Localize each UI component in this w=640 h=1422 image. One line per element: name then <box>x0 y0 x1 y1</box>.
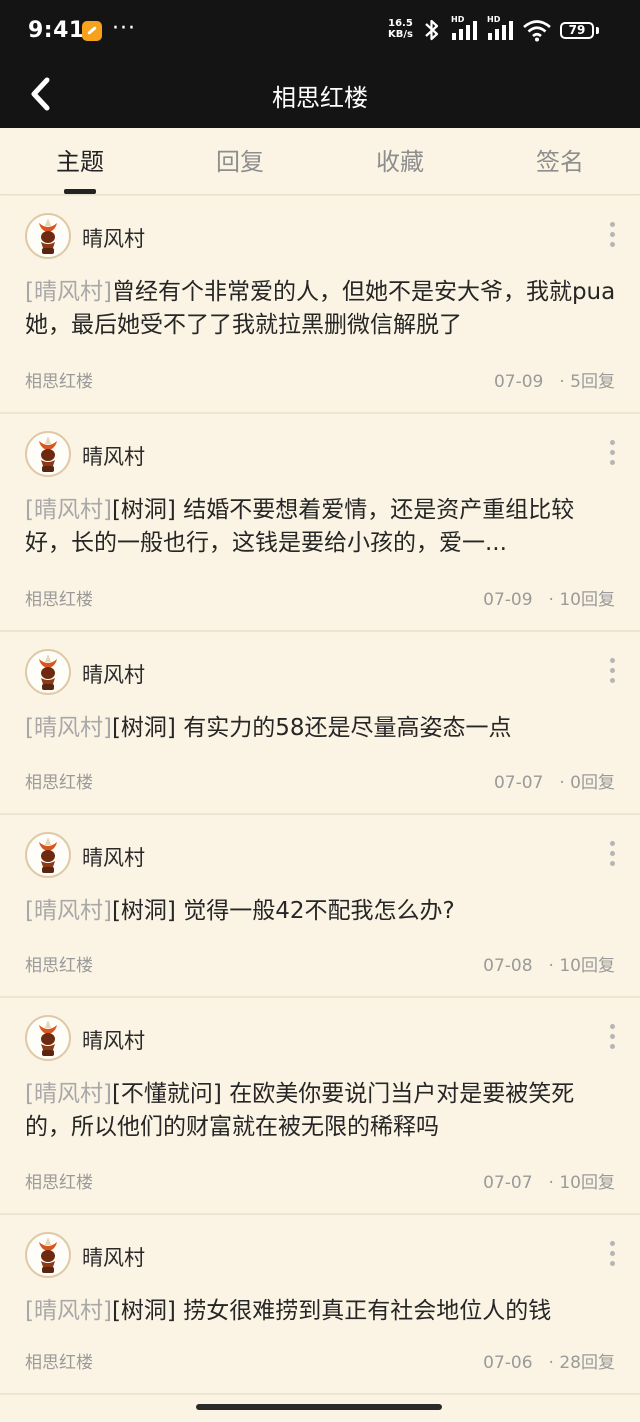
post-date: 07-09 <box>493 372 544 392</box>
post-text: [树洞] 捞女很难捞到真正有社会地位人的钱 <box>111 1298 552 1324</box>
post-item[interactable]: 晴风村 [晴风村][不懂就问] 在欧美你要说门当户对是要被笑死的，所以他们的财富… <box>0 998 640 1215</box>
avatar-figure-icon <box>39 218 57 254</box>
avatar[interactable] <box>25 1015 71 1061</box>
post-forum[interactable]: 相思红楼 <box>25 1168 93 1193</box>
post-forum[interactable]: 相思红楼 <box>25 951 93 976</box>
post-username[interactable]: 晴风村 <box>82 1242 145 1272</box>
post-content[interactable]: [晴风村][树洞] 觉得一般42不配我怎么办? <box>25 895 619 928</box>
more-options-icon[interactable] <box>602 222 622 254</box>
more-options-icon[interactable] <box>602 440 622 472</box>
post-prefix: [晴风村] <box>25 898 112 924</box>
post-text: [树洞] 有实力的58还是尽量高姿态一点 <box>111 715 512 741</box>
post-date: 07-07 <box>493 773 544 793</box>
notification-app-icon <box>82 21 102 41</box>
home-indicator[interactable] <box>196 1404 442 1410</box>
more-options-icon[interactable] <box>602 1241 622 1273</box>
post-prefix: [晴风村] <box>25 1081 112 1107</box>
post-item[interactable]: 晴风村 [晴风村][树洞] 有实力的58还是尽量高姿态一点 相思红楼 07-07… <box>0 632 640 815</box>
tab-signature[interactable]: 签名 <box>480 142 640 177</box>
post-date: 07-08 <box>483 956 533 976</box>
post-meta: 07-09 · 10回复 <box>483 585 615 610</box>
avatar[interactable] <box>25 1232 71 1278</box>
post-prefix: [晴风村] <box>25 497 112 523</box>
post-reply-count: · 0回复 <box>559 773 615 793</box>
post-prefix: [晴风村] <box>25 715 112 741</box>
tab-replies[interactable]: 回复 <box>160 142 320 177</box>
status-time: 9:41 <box>28 18 85 43</box>
post-item[interactable]: 晴风村 [晴风村][树洞] 觉得一般42不配我怎么办? 相思红楼 07-08 · … <box>0 815 640 998</box>
tab-topics[interactable]: 主题 <box>0 142 160 177</box>
status-bar: 9:41 ··· 16.5 KB/s HD HD 79 <box>0 0 640 62</box>
tab-bar: 主题 回复 收藏 签名 <box>0 128 640 195</box>
post-date: 07-06 <box>483 1353 533 1373</box>
avatar[interactable] <box>25 832 71 878</box>
wifi-icon <box>523 20 551 42</box>
network-speed: 16.5 KB/s <box>388 18 413 40</box>
post-username[interactable]: 晴风村 <box>82 223 145 253</box>
signal-icon-2 <box>488 21 513 40</box>
bluetooth-icon <box>425 19 439 41</box>
post-username[interactable]: 晴风村 <box>82 441 145 471</box>
more-options-icon[interactable] <box>602 1024 622 1056</box>
post-content[interactable]: [晴风村][树洞] 捞女很难捞到真正有社会地位人的钱 <box>25 1295 619 1328</box>
post-meta: 07-07 · 10回复 <box>483 1168 615 1193</box>
post-prefix: [晴风村] <box>25 1298 112 1324</box>
post-reply-count: · 10回复 <box>548 590 615 610</box>
post-reply-count: · 28回复 <box>548 1353 615 1373</box>
avatar-figure-icon <box>39 1020 57 1056</box>
post-text: [树洞] 觉得一般42不配我怎么办? <box>111 898 455 924</box>
battery-indicator: 79 <box>560 22 594 39</box>
battery-tip <box>596 27 599 34</box>
post-meta: 07-08 · 10回复 <box>483 951 615 976</box>
post-content[interactable]: [晴风村][树洞] 结婚不要想着爱情，还是资产重组比较好，长的一般也行，这钱是要… <box>25 494 619 560</box>
avatar[interactable] <box>25 649 71 695</box>
signal-icon <box>452 21 477 40</box>
post-item[interactable]: 晴风村 [晴风村][树洞] 捞女很难捞到真正有社会地位人的钱 相思红楼 07-0… <box>0 1215 640 1395</box>
avatar-figure-icon <box>39 837 57 873</box>
post-reply-count: · 10回复 <box>548 1173 615 1193</box>
post-date: 07-09 <box>483 590 533 610</box>
page-title: 相思红楼 <box>272 84 368 112</box>
post-username[interactable]: 晴风村 <box>82 842 145 872</box>
post-content[interactable]: [晴风村]曾经有个非常爱的人，但她不是安大爷，我就pua她，最后她受不了了我就拉… <box>25 276 619 342</box>
post-forum[interactable]: 相思红楼 <box>25 367 93 392</box>
post-meta: 07-06 · 28回复 <box>483 1348 615 1373</box>
post-reply-count: · 5回复 <box>559 372 615 392</box>
active-tab-indicator <box>64 189 96 194</box>
post-content[interactable]: [晴风村][树洞] 有实力的58还是尽量高姿态一点 <box>25 712 619 745</box>
post-text: 曾经有个非常爱的人，但她不是安大爷，我就pua她，最后她受不了了我就拉黑删微信解… <box>25 279 616 338</box>
avatar-figure-icon <box>39 436 57 472</box>
post-forum[interactable]: 相思红楼 <box>25 585 93 610</box>
avatar[interactable] <box>25 213 71 259</box>
post-username[interactable]: 晴风村 <box>82 1025 145 1055</box>
more-notifications-icon: ··· <box>112 16 136 41</box>
post-prefix: [晴风村] <box>25 279 112 305</box>
more-options-icon[interactable] <box>602 658 622 690</box>
post-reply-count: · 10回复 <box>548 956 615 976</box>
post-meta: 07-09 · 5回复 <box>494 367 615 392</box>
post-username[interactable]: 晴风村 <box>82 659 145 689</box>
post-meta: 07-07 · 0回复 <box>494 768 615 793</box>
post-item[interactable]: 晴风村 [晴风村]曾经有个非常爱的人，但她不是安大爷，我就pua她，最后她受不了… <box>0 196 640 414</box>
post-item[interactable]: 晴风村 [晴风村][树洞] 结婚不要想着爱情，还是资产重组比较好，长的一般也行，… <box>0 414 640 632</box>
post-content[interactable]: [晴风村][不懂就问] 在欧美你要说门当户对是要被笑死的，所以他们的财富就在被无… <box>25 1078 619 1144</box>
tab-favorites[interactable]: 收藏 <box>320 142 480 177</box>
post-forum[interactable]: 相思红楼 <box>25 768 93 793</box>
title-bar: 相思红楼 <box>0 62 640 128</box>
post-date: 07-07 <box>483 1173 533 1193</box>
more-options-icon[interactable] <box>602 841 622 873</box>
avatar-figure-icon <box>39 654 57 690</box>
avatar-figure-icon <box>39 1237 57 1273</box>
post-forum[interactable]: 相思红楼 <box>25 1348 93 1373</box>
avatar[interactable] <box>25 431 71 477</box>
